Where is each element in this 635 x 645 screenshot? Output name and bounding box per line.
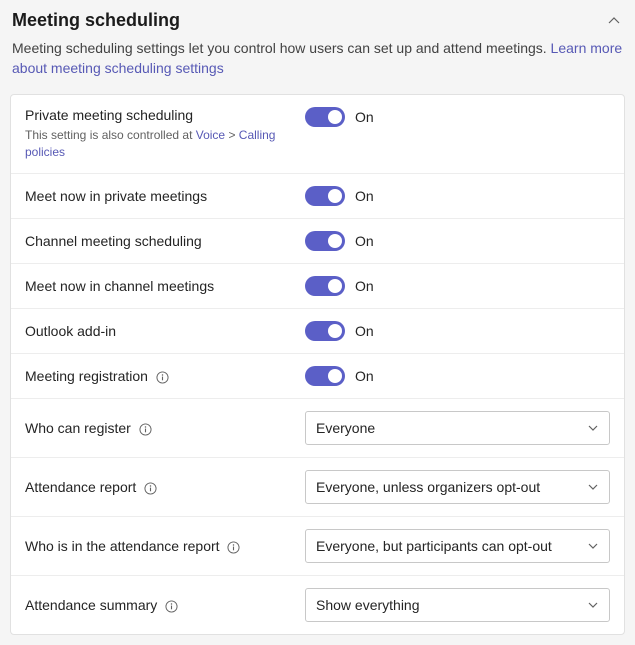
row-control: Show everything	[305, 588, 610, 622]
row-label: Who is in the attendance report	[25, 538, 305, 554]
label-text: Meeting registration	[25, 368, 148, 384]
collapse-chevron-icon[interactable]	[605, 12, 623, 30]
toggle-meet-now-channel[interactable]	[305, 276, 345, 296]
select-value: Everyone, but participants can opt-out	[316, 538, 552, 554]
row-control: On	[305, 366, 610, 386]
info-icon[interactable]	[227, 541, 240, 554]
row-control: On	[305, 231, 610, 251]
info-icon[interactable]	[165, 600, 178, 613]
chevron-down-icon	[587, 422, 599, 434]
toggle-state-label: On	[355, 109, 374, 125]
row-attendance-report: Attendance report Everyone, unless organ…	[11, 458, 624, 517]
select-attendance-summary[interactable]: Show everything	[305, 588, 610, 622]
section-title: Meeting scheduling	[12, 10, 180, 31]
row-subtext: This setting is also controlled at Voice…	[25, 127, 295, 161]
label-text: Who is in the attendance report	[25, 538, 220, 554]
toggle-state-label: On	[355, 323, 374, 339]
label-text: Private meeting scheduling	[25, 107, 295, 123]
row-label: Attendance summary	[25, 597, 305, 613]
subtext-prefix: This setting is also controlled at	[25, 128, 196, 142]
select-value: Show everything	[316, 597, 420, 613]
label-text: Meet now in private meetings	[25, 188, 207, 204]
label-text: Outlook add-in	[25, 323, 116, 339]
toggle-meet-now-private[interactable]	[305, 186, 345, 206]
row-control: Everyone	[305, 411, 610, 445]
row-private-meeting-scheduling: Private meeting scheduling This setting …	[11, 95, 624, 174]
info-icon[interactable]	[139, 423, 152, 436]
row-who-in-attendance-report: Who is in the attendance report Everyone…	[11, 517, 624, 576]
label-text: Attendance summary	[25, 597, 157, 613]
row-channel-scheduling: Channel meeting scheduling On	[11, 219, 624, 264]
row-outlook-addin: Outlook add-in On	[11, 309, 624, 354]
select-who-in-attendance-report[interactable]: Everyone, but participants can opt-out	[305, 529, 610, 563]
row-who-can-register: Who can register Everyone	[11, 399, 624, 458]
row-attendance-summary: Attendance summary Show everything	[11, 576, 624, 634]
row-control: On	[305, 321, 610, 341]
toggle-state-label: On	[355, 233, 374, 249]
settings-card: Private meeting scheduling This setting …	[10, 94, 625, 635]
toggle-outlook-addin[interactable]	[305, 321, 345, 341]
row-label: Private meeting scheduling This setting …	[25, 107, 305, 161]
section-description: Meeting scheduling settings let you cont…	[0, 37, 635, 94]
select-who-can-register[interactable]: Everyone	[305, 411, 610, 445]
toggle-channel-scheduling[interactable]	[305, 231, 345, 251]
row-meet-now-private: Meet now in private meetings On	[11, 174, 624, 219]
row-control: Everyone, but participants can opt-out	[305, 529, 610, 563]
row-label: Outlook add-in	[25, 323, 305, 339]
info-icon[interactable]	[156, 371, 169, 384]
chevron-down-icon	[587, 540, 599, 552]
row-control: On	[305, 276, 610, 296]
meeting-scheduling-section: Meeting scheduling Meeting scheduling se…	[0, 0, 635, 635]
chevron-down-icon	[587, 481, 599, 493]
select-value: Everyone, unless organizers opt-out	[316, 479, 540, 495]
description-text: Meeting scheduling settings let you cont…	[12, 40, 551, 56]
row-label: Channel meeting scheduling	[25, 233, 305, 249]
row-control: Everyone, unless organizers opt-out	[305, 470, 610, 504]
select-value: Everyone	[316, 420, 375, 436]
row-label: Meeting registration	[25, 368, 305, 384]
toggle-private-meeting[interactable]	[305, 107, 345, 127]
row-label: Meet now in private meetings	[25, 188, 305, 204]
section-header: Meeting scheduling	[0, 0, 635, 37]
label-text: Channel meeting scheduling	[25, 233, 202, 249]
voice-link[interactable]: Voice	[196, 128, 225, 142]
info-icon[interactable]	[144, 482, 157, 495]
row-label: Attendance report	[25, 479, 305, 495]
label-text: Who can register	[25, 420, 131, 436]
row-meeting-registration: Meeting registration On	[11, 354, 624, 399]
select-attendance-report[interactable]: Everyone, unless organizers opt-out	[305, 470, 610, 504]
toggle-state-label: On	[355, 368, 374, 384]
chevron-down-icon	[587, 599, 599, 611]
label-text: Attendance report	[25, 479, 136, 495]
toggle-state-label: On	[355, 278, 374, 294]
row-meet-now-channel: Meet now in channel meetings On	[11, 264, 624, 309]
row-label: Meet now in channel meetings	[25, 278, 305, 294]
row-label: Who can register	[25, 420, 305, 436]
label-text: Meet now in channel meetings	[25, 278, 214, 294]
subtext-sep: >	[225, 128, 239, 142]
row-control: On	[305, 186, 610, 206]
row-control: On	[305, 107, 610, 127]
toggle-meeting-registration[interactable]	[305, 366, 345, 386]
toggle-state-label: On	[355, 188, 374, 204]
